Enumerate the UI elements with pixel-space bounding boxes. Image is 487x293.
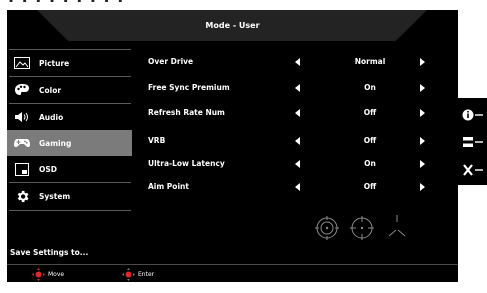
setting-value: Normal	[354, 57, 386, 66]
menu-item-label: Audio	[39, 112, 64, 122]
arrow-right-icon[interactable]	[420, 84, 425, 92]
menu-item-label: System	[39, 191, 71, 201]
setting-name: Over Drive	[148, 57, 194, 66]
setting-value: On	[364, 83, 376, 92]
osd-window: Mode - User Picture Color Audio Gaming O…	[7, 10, 458, 282]
arrow-right-icon[interactable]	[420, 137, 425, 145]
setting-row-free-sync-premium[interactable]: Free Sync Premium On	[135, 80, 455, 100]
save-settings-button[interactable]: Save Settings to...	[10, 248, 88, 257]
menu-icon	[462, 136, 483, 147]
aim-reticle-2-icon[interactable]	[350, 216, 374, 240]
menu-item-label: Picture	[39, 58, 70, 68]
cropped-heading-remnant: · · · · · · · · ·	[8, 0, 125, 10]
setting-value: Off	[363, 182, 377, 191]
arrow-left-icon[interactable]	[295, 84, 300, 92]
setting-row-ultra-low-latency[interactable]: Ultra-Low Latency On	[135, 156, 455, 176]
setting-row-aim-point[interactable]: Aim Point Off	[135, 179, 455, 199]
setting-row-over-drive[interactable]: Over Drive Normal	[135, 54, 455, 74]
close-button[interactable]	[458, 155, 487, 184]
setting-row-vrb[interactable]: VRB Off	[135, 133, 455, 153]
setting-name: Refresh Rate Num	[148, 108, 225, 117]
menu-item-system[interactable]: System	[7, 183, 132, 209]
menu-item-osd[interactable]: OSD	[7, 156, 132, 182]
page-title: Mode - User	[205, 21, 260, 30]
aim-point-options	[307, 213, 417, 247]
joystick-move-icon	[32, 268, 45, 281]
setting-name: Ultra-Low Latency	[148, 159, 225, 168]
info-icon	[462, 109, 483, 120]
menu-divider	[9, 210, 131, 211]
osd-icon	[7, 162, 37, 176]
arrow-right-icon[interactable]	[420, 109, 425, 117]
menu-item-audio[interactable]: Audio	[7, 104, 132, 130]
setting-value: Off	[363, 136, 377, 145]
aim-reticle-1-icon[interactable]	[315, 216, 339, 240]
setting-name: Aim Point	[148, 182, 189, 191]
color-palette-icon	[7, 83, 37, 97]
setting-value: On	[364, 159, 376, 168]
picture-icon	[7, 57, 37, 69]
setting-name: Free Sync Premium	[148, 83, 230, 92]
enter-label: Enter	[138, 271, 155, 278]
arrow-left-icon[interactable]	[295, 137, 300, 145]
menu-item-label: Color	[39, 85, 62, 95]
arrow-left-icon[interactable]	[295, 183, 300, 191]
arrow-left-icon[interactable]	[295, 58, 300, 66]
setting-row-refresh-rate-num[interactable]: Refresh Rate Num Off	[135, 105, 455, 125]
arrow-left-icon[interactable]	[295, 160, 300, 168]
enter-hint: Enter	[122, 268, 154, 281]
footer-hints: Move Enter	[7, 268, 458, 282]
speaker-icon	[7, 111, 37, 123]
arrow-right-icon[interactable]	[420, 58, 425, 66]
top-strip: · · · · · · · · ·	[0, 0, 487, 10]
menu-button[interactable]	[458, 127, 487, 156]
setting-name: VRB	[148, 136, 166, 145]
info-button[interactable]	[458, 100, 487, 129]
arrow-right-icon[interactable]	[420, 160, 425, 168]
arrow-left-icon[interactable]	[295, 109, 300, 117]
arrow-right-icon[interactable]	[420, 183, 425, 191]
joystick-enter-icon	[122, 268, 135, 281]
menu-item-color[interactable]: Color	[7, 77, 132, 103]
footer-divider	[7, 264, 458, 265]
menu-item-picture[interactable]: Picture	[7, 50, 132, 76]
move-label: Move	[48, 271, 65, 278]
menu-item-label: OSD	[39, 164, 58, 174]
menu-item-gaming[interactable]: Gaming	[7, 130, 132, 156]
gamepad-icon	[7, 137, 37, 149]
setting-value: Off	[363, 108, 377, 117]
gear-icon	[7, 189, 37, 204]
aim-reticle-3-icon[interactable]	[388, 215, 406, 237]
move-hint: Move	[32, 268, 64, 281]
hotkey-panel	[458, 98, 487, 185]
menu-item-label: Gaming	[39, 138, 72, 148]
close-icon	[462, 163, 483, 176]
